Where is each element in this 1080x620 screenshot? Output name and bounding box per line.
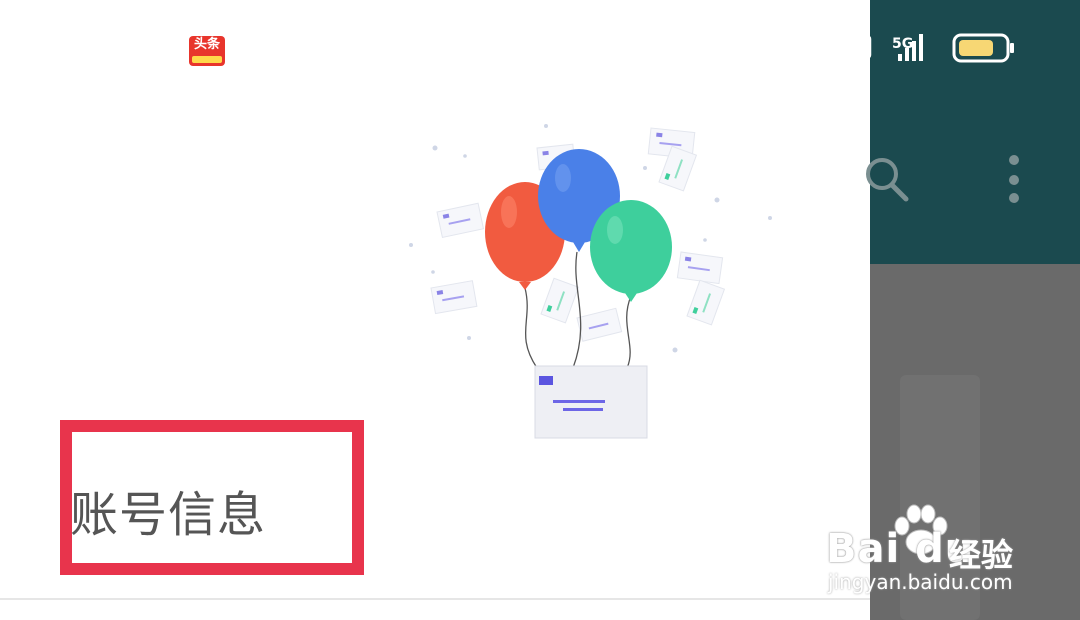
baidu-jingyan-watermark: Bai du 经验 jingyan.baidu.com <box>826 504 1036 600</box>
navigation-drawer: 头条 账号信息 <box>0 0 870 620</box>
watermark-url: jingyan.baidu.com <box>828 570 1013 594</box>
status-partial-icon <box>858 34 872 60</box>
account-info-label[interactable]: 账号信息 <box>70 486 266 544</box>
envelope <box>534 365 648 439</box>
green-balloon <box>590 200 672 302</box>
balloons-mail-illustration <box>409 124 772 439</box>
app-badge-strip <box>192 56 222 63</box>
battery-icon <box>952 33 1014 63</box>
more-vertical-icon[interactable] <box>1000 152 1028 208</box>
toutiao-app-badge: 头条 <box>189 36 225 66</box>
divider <box>0 598 870 600</box>
search-icon[interactable] <box>862 152 914 204</box>
status-bar-icons: 5G <box>858 28 1018 68</box>
network-type-label: 5G <box>892 36 913 52</box>
app-badge-label: 头条 <box>193 37 220 52</box>
